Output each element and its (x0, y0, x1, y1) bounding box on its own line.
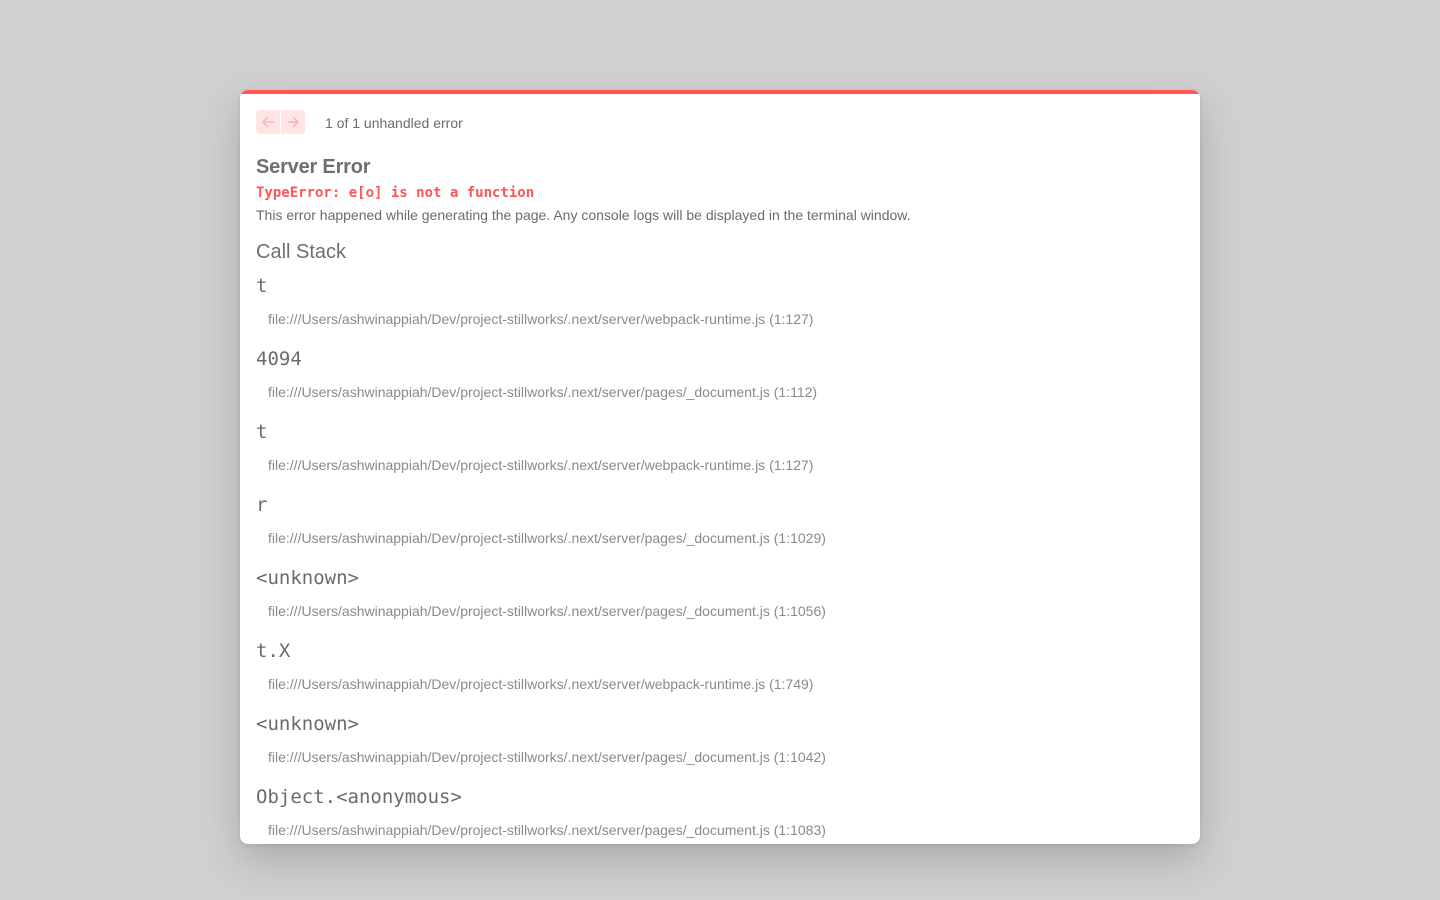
frame-location: file:///Users/ashwinappiah/Dev/project-s… (268, 457, 814, 473)
frame-function-name: t.X (256, 640, 291, 662)
frame-location: file:///Users/ashwinappiah/Dev/project-s… (268, 311, 814, 327)
error-note: This error happened while generating the… (256, 207, 911, 223)
frame-function-name: <unknown> (256, 567, 359, 589)
call-stack-frame[interactable]: t file:///Users/ashwinappiah/Dev/project… (256, 274, 1184, 347)
frame-function-name: <unknown> (256, 713, 359, 735)
call-stack-list: t file:///Users/ashwinappiah/Dev/project… (256, 274, 1184, 844)
frame-function-name: r (256, 494, 268, 516)
error-dialog-content: 1 of 1 unhandled error Server Error Type… (256, 110, 1184, 844)
frame-function-name: 4094 (256, 348, 302, 370)
error-message: TypeError: e[o] is not a function (256, 185, 535, 201)
call-stack-heading: Call Stack (256, 241, 347, 263)
previous-error-button[interactable] (256, 110, 280, 134)
call-stack-frame[interactable]: t.X file:///Users/ashwinappiah/Dev/proje… (256, 639, 1184, 712)
call-stack-frame[interactable]: Object.<anonymous> file:///Users/ashwina… (256, 785, 1184, 844)
frame-location: file:///Users/ashwinappiah/Dev/project-s… (268, 530, 826, 546)
frame-function-name: t (256, 275, 268, 297)
error-pagination: 1 of 1 unhandled error (256, 110, 1184, 134)
error-count-label: 1 of 1 unhandled error (325, 115, 463, 131)
next-error-button[interactable] (281, 110, 305, 134)
frame-location: file:///Users/ashwinappiah/Dev/project-s… (268, 822, 826, 838)
frame-location: file:///Users/ashwinappiah/Dev/project-s… (268, 384, 818, 400)
arrow-left-icon (262, 116, 274, 128)
frame-location: file:///Users/ashwinappiah/Dev/project-s… (268, 676, 814, 692)
call-stack-frame[interactable]: <unknown> file:///Users/ashwinappiah/Dev… (256, 566, 1184, 639)
call-stack-frame[interactable]: <unknown> file:///Users/ashwinappiah/Dev… (256, 712, 1184, 785)
call-stack-frame[interactable]: 4094 file:///Users/ashwinappiah/Dev/proj… (256, 347, 1184, 420)
arrow-right-icon (287, 116, 299, 128)
call-stack-frame[interactable]: t file:///Users/ashwinappiah/Dev/project… (256, 420, 1184, 493)
error-accent-bar (240, 90, 1200, 94)
frame-location: file:///Users/ashwinappiah/Dev/project-s… (268, 749, 826, 765)
error-dialog: 1 of 1 unhandled error Server Error Type… (240, 90, 1200, 844)
error-title: Server Error (256, 156, 371, 178)
frame-location: file:///Users/ashwinappiah/Dev/project-s… (268, 603, 826, 619)
call-stack-frame[interactable]: r file:///Users/ashwinappiah/Dev/project… (256, 493, 1184, 566)
frame-function-name: Object.<anonymous> (256, 786, 462, 808)
frame-function-name: t (256, 421, 268, 443)
